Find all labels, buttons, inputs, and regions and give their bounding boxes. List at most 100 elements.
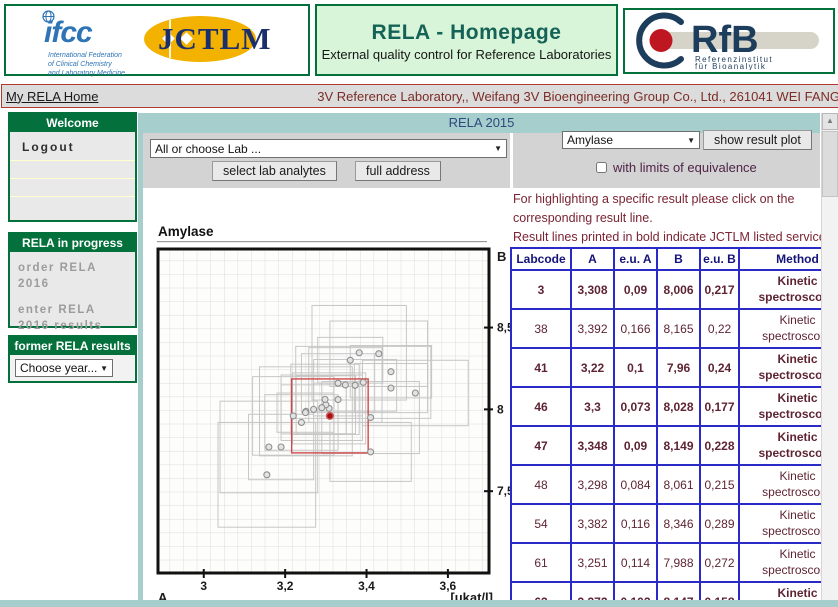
cell-method: Kineticspectroscopy	[739, 543, 821, 582]
chevron-down-icon: ▼	[687, 136, 695, 145]
laboratory-name: 3V Reference Laboratory,, Weifang 3V Bio…	[317, 89, 838, 104]
cell-eu-a: 0,1	[614, 348, 657, 387]
cell-a: 3,392	[571, 309, 614, 348]
x-tick-label: 3,4	[358, 579, 375, 593]
cell-a: 3,382	[571, 504, 614, 543]
cell-method: Kineticspectroscopy	[739, 582, 821, 600]
x-tick-label: 3,2	[277, 579, 294, 593]
result-point	[347, 357, 353, 363]
rfb-logo: RfB Referenzinstitut für Bioanalytik	[629, 12, 829, 70]
limits-of-equivalence-checkbox[interactable]	[596, 162, 607, 173]
result-row-lab-48[interactable]: 483,2980,0848,0610,215Kineticspectroscop…	[511, 465, 821, 504]
choose-year-select[interactable]: Choose year... ▼	[15, 359, 113, 377]
cell-eu-a: 0,114	[614, 543, 657, 582]
result-point	[368, 415, 374, 421]
column-header-e-u-b: e.u. B	[700, 248, 739, 270]
full-address-button[interactable]: full address	[355, 161, 441, 181]
y-tick-label: 8	[497, 402, 504, 416]
result-point-lab-41	[290, 413, 296, 419]
cell-a: 3,251	[571, 543, 614, 582]
bold-rows-note: Result lines printed in bold indicate JC…	[513, 228, 821, 247]
chart-title: Amylase	[158, 224, 214, 239]
cell-method: Kineticspectroscopy	[739, 309, 821, 348]
jctlm-logo: JCTLM	[142, 14, 307, 66]
cell-eu-b: 0,24	[700, 348, 739, 387]
cell-method: Kineticspectroscopy	[739, 465, 821, 504]
order-rela-link[interactable]: order RELA 2016	[18, 261, 127, 292]
header-logo-box: ifcc International Federation of Clinica…	[4, 4, 310, 76]
result-row-lab-38[interactable]: 383,3920,1668,1650,22Kineticspectroscopy	[511, 309, 821, 348]
cell-b: 8,028	[657, 387, 700, 426]
result-point	[412, 390, 418, 396]
lab-select[interactable]: All or choose Lab ... ▼	[150, 139, 507, 158]
result-row-lab-3[interactable]: 33,3080,098,0060,217Kineticspectroscopy	[511, 270, 821, 309]
cell-a: 3,308	[571, 270, 614, 309]
cell-labcode: 47	[511, 426, 571, 465]
cell-eu-b: 0,215	[700, 465, 739, 504]
cell-eu-a: 0,084	[614, 465, 657, 504]
cell-b: 8,061	[657, 465, 700, 504]
page-title: RELA - Homepage	[317, 21, 616, 45]
chevron-down-icon: ▼	[100, 364, 108, 373]
scroll-up-icon[interactable]: ▲	[822, 113, 838, 130]
result-point	[302, 410, 308, 416]
x-tick-label: 3	[200, 579, 207, 593]
select-lab-analytes-button[interactable]: select lab analytes	[212, 161, 337, 181]
result-plot: 33,23,43,68,587,5BA[ukat/l]	[156, 247, 512, 603]
chevron-down-icon: ▼	[494, 144, 502, 153]
cell-b: 8,006	[657, 270, 700, 309]
cell-eu-a: 0,09	[614, 270, 657, 309]
breadcrumb: My RELA Home 3V Reference Laboratory,, W…	[1, 84, 838, 108]
lab-select-value: All or choose Lab ...	[155, 142, 261, 156]
result-row-lab-41[interactable]: 413,220,17,960,24Kineticspectroscopy	[511, 348, 821, 387]
cell-b: 8,149	[657, 426, 700, 465]
cell-labcode: 61	[511, 543, 571, 582]
cell-eu-b: 0,158	[700, 582, 739, 600]
cell-a: 3,22	[571, 348, 614, 387]
cell-method: Kineticspectroscopy	[739, 387, 821, 426]
result-point-lab-38	[360, 379, 366, 385]
show-result-plot-button[interactable]: show result plot	[703, 130, 812, 150]
result-point	[264, 472, 270, 478]
highlight-note: For highlighting a specific result pleas…	[513, 190, 821, 228]
result-row-lab-63[interactable]: 633,3720,1028,1470,158Kineticspectroscop…	[511, 582, 821, 600]
result-row-lab-46[interactable]: 463,30,0738,0280,177Kineticspectroscopy	[511, 387, 821, 426]
cell-method: Kineticspectroscopy	[739, 348, 821, 387]
cell-eu-a: 0,073	[614, 387, 657, 426]
cell-b: 8,346	[657, 504, 700, 543]
enter-rela-results-link[interactable]: enter RELA 2016 results	[18, 303, 127, 334]
analyte-select[interactable]: Amylase ▼	[562, 131, 700, 149]
result-row-lab-61[interactable]: 613,2510,1147,9880,272Kineticspectroscop…	[511, 543, 821, 582]
logout-link[interactable]: Logout	[10, 132, 135, 161]
empty-row	[10, 179, 135, 197]
result-point-lab-63	[352, 382, 358, 388]
svg-text:für Bioanalytik: für Bioanalytik	[695, 62, 766, 70]
cell-eu-b: 0,228	[700, 426, 739, 465]
result-point	[335, 397, 341, 403]
cell-labcode: 41	[511, 348, 571, 387]
rfb-logo-box: RfB Referenzinstitut für Bioanalytik	[623, 8, 835, 74]
result-point	[388, 385, 394, 391]
empty-row	[10, 161, 135, 179]
analyte-select-value: Amylase	[567, 133, 613, 147]
welcome-box: Welcome Logout	[8, 112, 137, 222]
column-header-e-u-a: e.u. A	[614, 248, 657, 270]
choose-year-value: Choose year...	[20, 361, 97, 375]
scrollbar-thumb[interactable]	[822, 131, 838, 197]
column-header-method: Method	[739, 248, 821, 270]
my-rela-home-link[interactable]: My RELA Home	[6, 89, 98, 104]
vertical-scrollbar[interactable]: ▲	[821, 113, 838, 600]
result-point	[376, 351, 382, 357]
cell-a: 3,3	[571, 387, 614, 426]
cell-a: 3,348	[571, 426, 614, 465]
result-point	[311, 406, 317, 412]
cell-eu-b: 0,272	[700, 543, 739, 582]
cell-labcode: 38	[511, 309, 571, 348]
result-point	[319, 405, 325, 411]
result-row-lab-54[interactable]: 543,3820,1168,3460,289Kineticspectroscop…	[511, 504, 821, 543]
cell-labcode: 63	[511, 582, 571, 600]
result-point	[298, 419, 304, 425]
results-table-container: LabcodeAe.u. ABe.u. BMethod33,3080,098,0…	[510, 247, 821, 600]
result-row-lab-47[interactable]: 473,3480,098,1490,228Kineticspectroscopy	[511, 426, 821, 465]
bottom-strip	[0, 600, 838, 607]
